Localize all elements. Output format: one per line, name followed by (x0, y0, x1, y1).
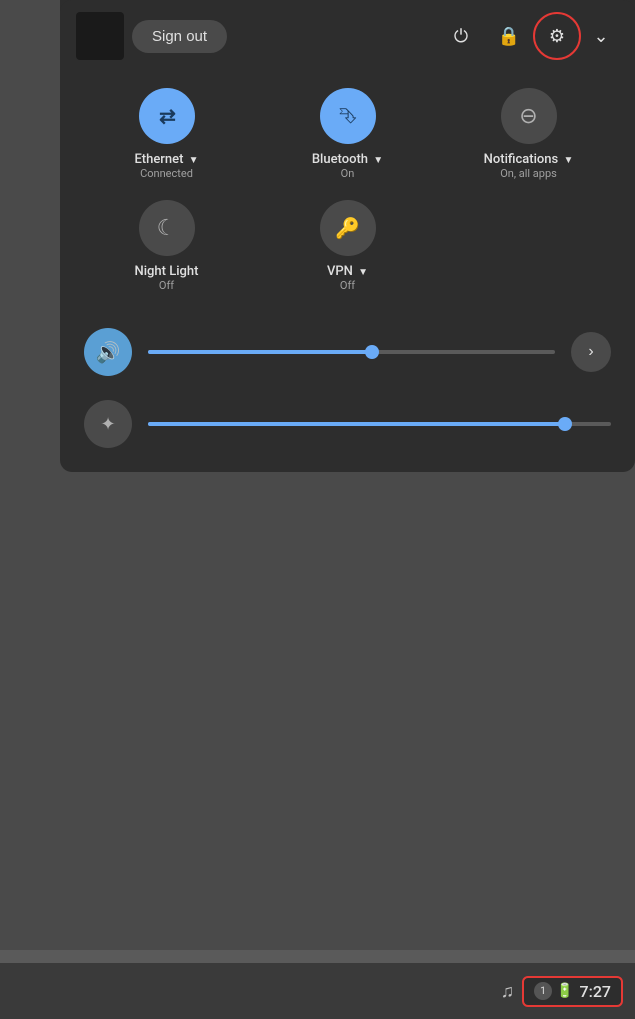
vpn-tile[interactable]: 🔑 VPN ▼ Off (261, 200, 434, 292)
night-light-label: Night Light Off (135, 264, 199, 292)
ethernet-subtitle: Connected (134, 167, 198, 180)
brightness-icon-button[interactable]: ✦ (84, 400, 132, 448)
volume-slider-container[interactable] (148, 350, 555, 354)
brightness-track (148, 422, 611, 426)
chevron-down-icon: ⌄ (593, 26, 608, 47)
brightness-thumb (558, 417, 572, 431)
notifications-tile[interactable]: ⊖ Notifications ▼ On, all apps (442, 88, 615, 180)
night-light-title: Night Light (135, 264, 199, 279)
system-tray[interactable]: 1 🔋 7:27 (522, 976, 623, 1007)
notifications-icon-bg: ⊖ (501, 88, 557, 144)
battery-icon: 🔋 (556, 983, 573, 999)
vpn-title: VPN ▼ (327, 264, 368, 279)
header-row: Sign out ⏻ 🔒 ⚙ ⌄ (60, 0, 635, 72)
night-light-subtitle: Off (135, 279, 199, 292)
tiles-row-2: ☾ Night Light Off 🔑 VPN ▼ Off (60, 196, 635, 308)
ethernet-tile[interactable]: ⇄ Ethernet ▼ Connected (80, 88, 253, 180)
vpn-icon-bg: 🔑 (320, 200, 376, 256)
night-light-icon-bg: ☾ (139, 200, 195, 256)
power-button[interactable]: ⏻ (439, 14, 483, 58)
brightness-icon: ✦ (100, 414, 115, 435)
volume-fill (148, 350, 372, 354)
notifications-subtitle: On, all apps (484, 167, 574, 180)
notifications-title: Notifications ▼ (484, 152, 574, 167)
taskbar: ♫ 1 🔋 7:27 (0, 963, 635, 1019)
empty-tile (442, 200, 615, 292)
lock-button[interactable]: 🔒 (487, 14, 531, 58)
brightness-fill (148, 422, 565, 426)
brightness-slider-container[interactable] (148, 422, 611, 426)
ethernet-icon: ⇄ (159, 104, 174, 128)
lock-icon: 🔒 (498, 26, 520, 47)
volume-thumb (365, 345, 379, 359)
notification-count: 1 (540, 986, 546, 997)
bluetooth-label: Bluetooth ▼ On (312, 152, 383, 180)
brightness-slider-row: ✦ (84, 400, 611, 448)
night-light-icon: ☾ (157, 216, 177, 241)
volume-icon-button[interactable]: 🔊 (84, 328, 132, 376)
bluetooth-icon-bg: ⮷ (320, 88, 376, 144)
notifications-arrow: ▼ (563, 155, 573, 166)
vpn-label: VPN ▼ Off (327, 264, 368, 292)
bluetooth-title: Bluetooth ▼ (312, 152, 383, 167)
volume-slider-row: 🔊 › (84, 328, 611, 376)
ethernet-label: Ethernet ▼ Connected (134, 152, 198, 180)
settings-icon: ⚙ (549, 26, 565, 47)
ethernet-arrow: ▼ (189, 155, 199, 166)
volume-icon: 🔊 (96, 340, 121, 365)
tiles-row-1: ⇄ Ethernet ▼ Connected ⮷ Bluetooth ▼ On … (60, 72, 635, 196)
volume-track (148, 350, 555, 354)
chevron-button[interactable]: ⌄ (583, 18, 619, 54)
bluetooth-subtitle: On (312, 167, 383, 180)
music-icon: ♫ (501, 981, 515, 1002)
sign-out-button[interactable]: Sign out (132, 20, 227, 53)
vpn-arrow: ▼ (358, 267, 368, 278)
vpn-subtitle: Off (327, 279, 368, 292)
header-icons: ⏻ 🔒 ⚙ ⌄ (439, 14, 619, 58)
volume-expand-button[interactable]: › (571, 332, 611, 372)
bluetooth-icon: ⮷ (339, 104, 357, 129)
power-icon: ⏻ (454, 26, 468, 47)
vpn-icon: 🔑 (335, 216, 360, 240)
notifications-icon: ⊖ (519, 104, 537, 129)
chevron-right-icon: › (588, 343, 593, 361)
settings-button[interactable]: ⚙ (535, 14, 579, 58)
notifications-label: Notifications ▼ On, all apps (484, 152, 574, 180)
night-light-tile[interactable]: ☾ Night Light Off (80, 200, 253, 292)
notification-badge: 1 (534, 982, 552, 1000)
quick-settings-panel: Sign out ⏻ 🔒 ⚙ ⌄ ⇄ Ethernet ▼ Conne (60, 0, 635, 472)
bluetooth-tile[interactable]: ⮷ Bluetooth ▼ On (261, 88, 434, 180)
tray-icons: 1 🔋 (534, 982, 573, 1000)
ethernet-title: Ethernet ▼ (134, 152, 198, 167)
clock-time: 7:27 (580, 982, 612, 1001)
avatar (76, 12, 124, 60)
sliders-section: 🔊 › ✦ (60, 308, 635, 472)
bluetooth-arrow: ▼ (373, 155, 383, 166)
ethernet-icon-bg: ⇄ (139, 88, 195, 144)
